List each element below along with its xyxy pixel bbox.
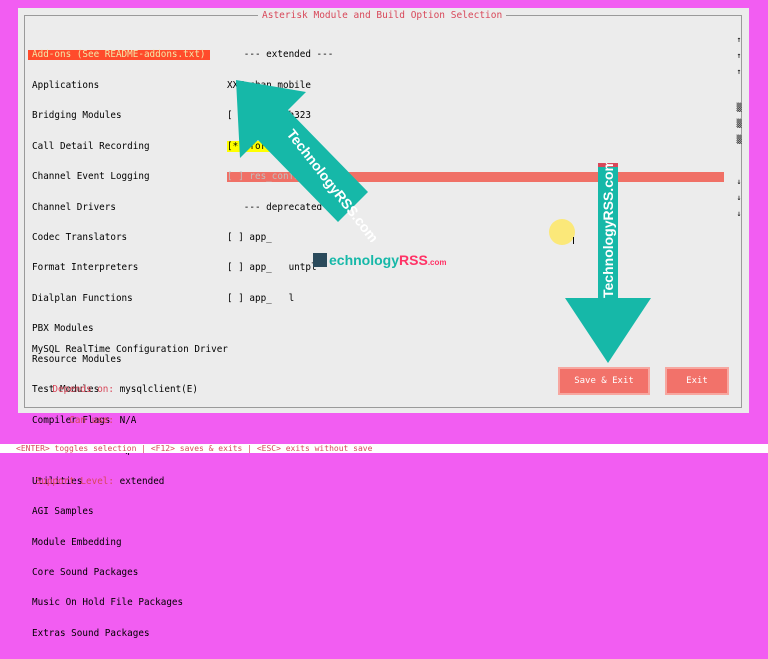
category-item-moh-file-packages[interactable]: Music On Hold File Packages	[32, 598, 210, 608]
scroll-thumb[interactable]: ▒	[735, 132, 743, 148]
can-use-label: Can use:	[69, 414, 114, 426]
depends-on-value: mysqlclient(E)	[119, 384, 198, 396]
category-item-bridging-modules[interactable]: Bridging Modules	[32, 111, 210, 121]
option-description: MySQL RealTime Configuration Driver	[32, 344, 228, 355]
ibeam-cursor-icon: I	[572, 236, 575, 247]
scrollbar[interactable]: ↑ ↑ ↑ ▒ ▒ ▒ ↓ ↓ ↓	[735, 32, 743, 222]
scroll-thumb[interactable]: ▒	[735, 116, 743, 132]
save-and-exit-button[interactable]: Save & Exit	[558, 367, 650, 395]
scroll-down-arrow-icon[interactable]: ↓	[735, 174, 743, 190]
can-use-value: N/A	[119, 414, 137, 426]
support-level-value: extended	[119, 475, 165, 487]
option-details: Depends on: mysqlclient(E) Can use: N/A …	[32, 365, 198, 507]
watermark-arrow-up-icon: TechnologyRSS.com	[236, 80, 378, 242]
category-item-core-sound-packages[interactable]: Core Sound Packages	[32, 567, 210, 578]
category-item-codec-translators[interactable]: Codec Translators	[32, 232, 210, 243]
depends-on-label: Depends on:	[52, 384, 114, 396]
category-item-extras-sound-packages[interactable]: Extras Sound Packages	[32, 628, 210, 639]
category-item-channel-drivers[interactable]: Channel Drivers	[32, 202, 210, 213]
watermark-arrow-up-text: TechnologyRSS.com	[284, 126, 378, 242]
watermark-logo: echnologyRSS.com	[313, 252, 446, 268]
category-item-applications[interactable]: Applications	[32, 80, 210, 91]
watermark-logo-rss: RSS	[399, 252, 428, 268]
scroll-up-arrow-icon[interactable]: ↑	[735, 32, 743, 48]
category-item-format-interpreters[interactable]: Format Interpreters	[32, 263, 210, 273]
category-item-dialplan-functions[interactable]: Dialplan Functions	[32, 293, 210, 304]
watermark-logo-mark-icon	[313, 253, 327, 267]
category-item-module-embedding[interactable]: Module Embedding	[32, 537, 210, 548]
watermark-logo-text: echnology	[329, 252, 400, 268]
category-item-resource-modules[interactable]: Resource Modules	[32, 354, 210, 365]
status-footer: <ENTER> toggles selection | <F12> saves …	[0, 444, 768, 453]
scroll-up-arrow-icon[interactable]: ↑	[735, 48, 743, 64]
exit-button[interactable]: Exit	[665, 367, 729, 395]
scroll-up-arrow-icon[interactable]: ↑	[735, 64, 743, 80]
section-header-extended: --- extended ---	[227, 49, 334, 61]
watermark-arrow-down-text: TechnologyRSS.com	[600, 163, 616, 298]
watermark-logo-tld: .com	[427, 258, 447, 267]
scroll-down-arrow-icon[interactable]: ↓	[735, 190, 743, 206]
support-level-label: Support Level:	[35, 475, 114, 487]
category-item-call-detail-recording[interactable]: Call Detail Recording	[32, 141, 210, 152]
scroll-thumb[interactable]: ▒	[735, 100, 743, 116]
category-item-addons[interactable]: Add-ons (See README-addons.txt)	[28, 50, 210, 61]
watermark-arrow-down-icon: TechnologyRSS.com	[565, 163, 651, 363]
category-item-channel-event-logging[interactable]: Channel Event Logging	[32, 171, 210, 182]
category-item-pbx-modules[interactable]: PBX Modules	[32, 324, 210, 334]
window-title: Asterisk Module and Build Option Selecti…	[258, 10, 507, 21]
category-item-agi-samples[interactable]: AGI Samples	[32, 506, 210, 517]
scroll-down-arrow-icon[interactable]: ↓	[735, 206, 743, 222]
